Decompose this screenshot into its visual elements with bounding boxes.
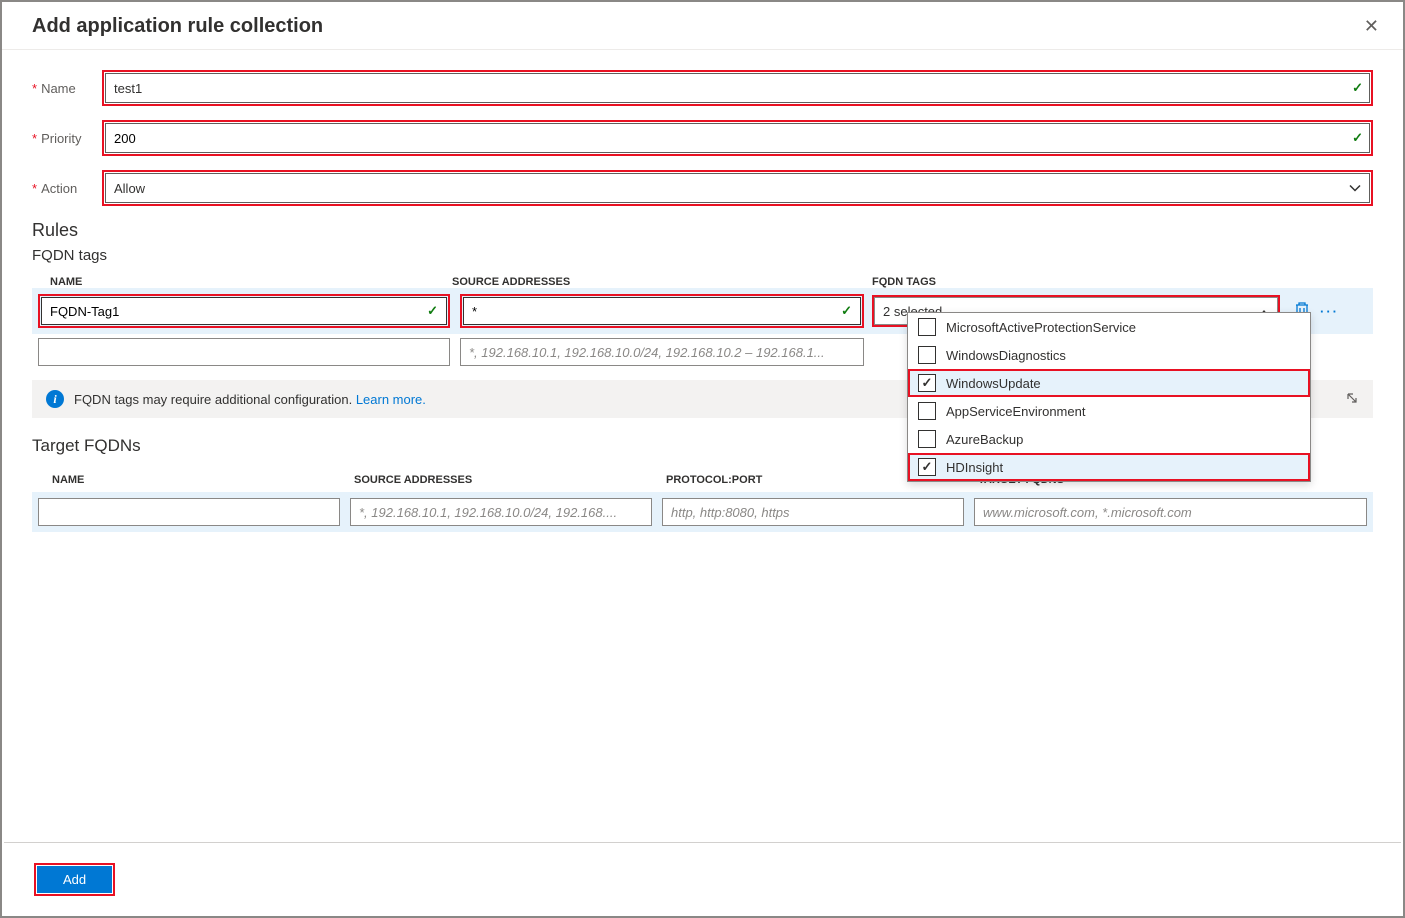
dropdown-option-label: AzureBackup [946,432,1023,447]
required-asterisk: * [32,81,37,96]
checkbox-icon [918,430,936,448]
checkbox-icon [918,402,936,420]
target-fqdns-input[interactable] [974,498,1367,526]
close-icon[interactable]: ✕ [1360,14,1383,39]
action-dropdown[interactable]: Allow [105,173,1370,203]
column-header-name: NAME [32,276,452,288]
fqdn-tags-dropdown-menu: MicrosoftActiveProtectionService Windows… [907,312,1311,482]
dropdown-option[interactable]: MicrosoftActiveProtectionService [908,313,1310,341]
dropdown-option-label: WindowsUpdate [946,376,1041,391]
action-value: Allow [114,181,145,196]
column-header-name: NAME [42,474,354,486]
name-input[interactable] [105,73,1370,103]
checkbox-icon [918,374,936,392]
rules-heading: Rules [32,220,1373,241]
required-asterisk: * [32,131,37,146]
target-protocol-input[interactable] [662,498,964,526]
column-header-source: SOURCE ADDRESSES [452,276,872,288]
add-button[interactable]: Add [37,866,112,893]
dropdown-option[interactable]: HDInsight [908,453,1310,481]
dropdown-option-label: WindowsDiagnostics [946,348,1066,363]
dropdown-option-label: AppServiceEnvironment [946,404,1085,419]
fqdn-rule-name-input[interactable] [41,297,447,325]
column-header-tags: FQDN TAGS [872,276,1373,288]
column-header-source: SOURCE ADDRESSES [354,474,666,486]
info-text: FQDN tags may require additional configu… [74,392,356,407]
name-label: Name [41,81,76,96]
dropdown-option[interactable]: AppServiceEnvironment [908,397,1310,425]
dropdown-option[interactable]: WindowsDiagnostics [908,341,1310,369]
target-source-input[interactable] [350,498,652,526]
external-link-icon[interactable] [1345,391,1359,408]
dropdown-option-label: HDInsight [946,460,1003,475]
learn-more-link[interactable]: Learn more. [356,392,426,407]
dropdown-option[interactable]: WindowsUpdate [908,369,1310,397]
priority-input[interactable] [105,123,1370,153]
checkbox-icon [918,346,936,364]
dropdown-option-label: MicrosoftActiveProtectionService [946,320,1136,335]
fqdn-rule-name-input-empty[interactable] [38,338,450,366]
fqdn-tags-heading: FQDN tags [32,247,1373,264]
more-icon[interactable]: ··· [1320,304,1339,319]
dropdown-option[interactable]: AzureBackup [908,425,1310,453]
fqdn-rule-source-input-empty[interactable] [460,338,864,366]
required-asterisk: * [32,181,37,196]
info-icon: i [46,390,64,408]
page-title: Add application rule collection [32,15,323,38]
action-label: Action [41,181,77,196]
checkbox-icon [918,318,936,336]
fqdn-rule-source-input[interactable] [463,297,861,325]
checkbox-icon [918,458,936,476]
target-name-input[interactable] [38,498,340,526]
priority-label: Priority [41,131,81,146]
